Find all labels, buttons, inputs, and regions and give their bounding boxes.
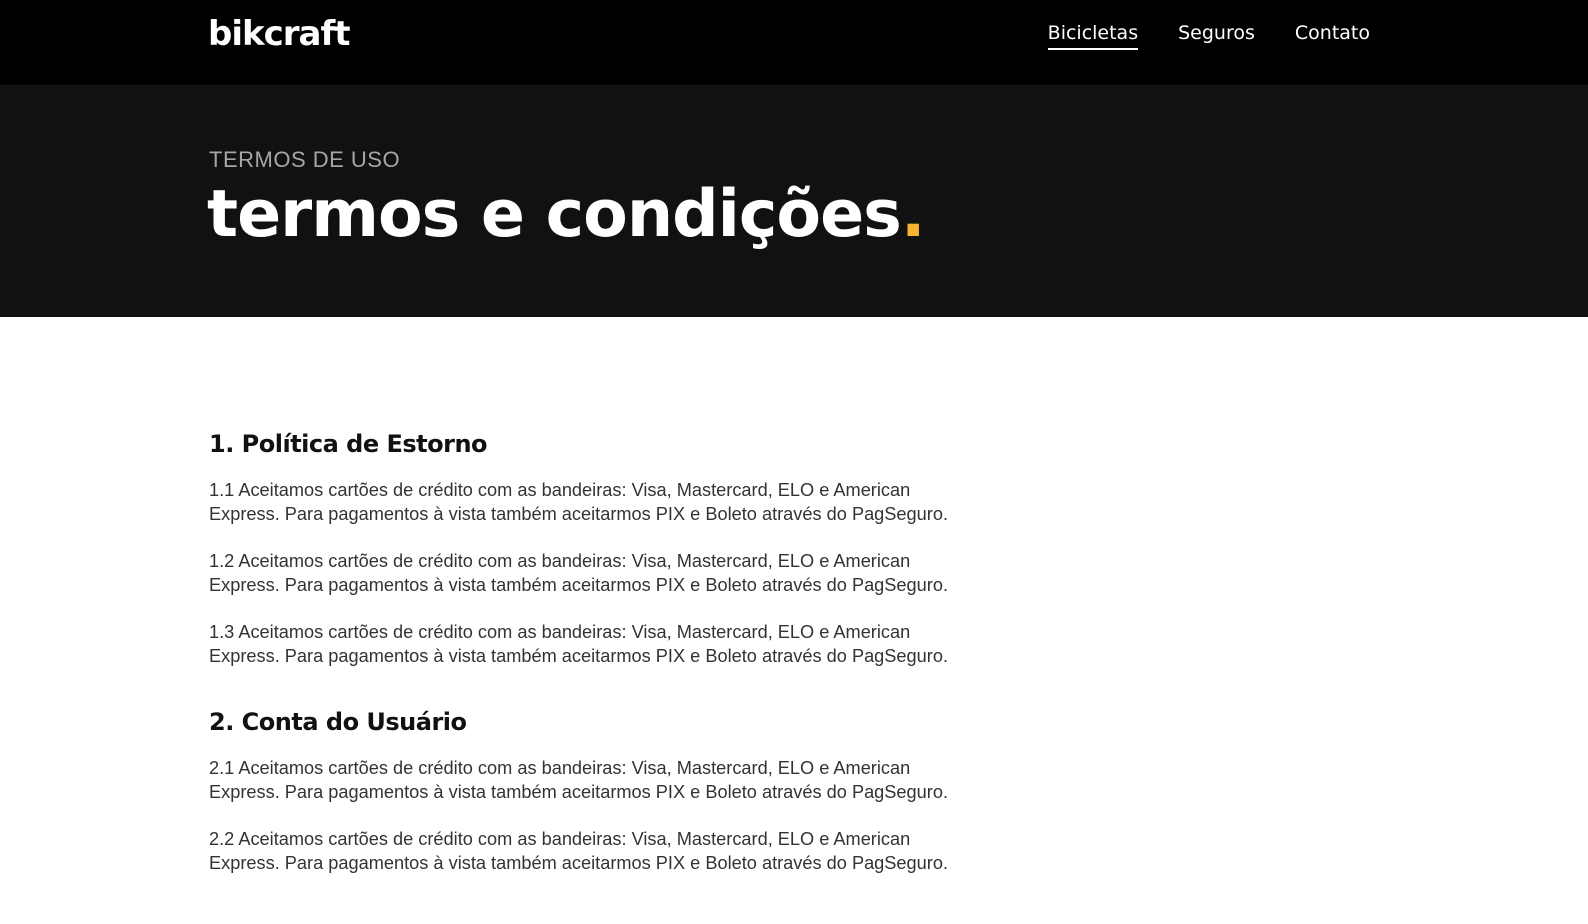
page-title: termos e condições. bbox=[207, 177, 926, 252]
nav-link-bicicletas[interactable]: Bicicletas bbox=[1047, 22, 1139, 50]
terms-paragraph: 2.1 Aceitamos cartões de crédito com as … bbox=[209, 758, 949, 802]
title-accent-dot: . bbox=[900, 177, 926, 252]
section-heading: 2. Conta do Usuário bbox=[209, 708, 467, 736]
hero-eyebrow: TERMOS DE USO bbox=[209, 147, 401, 172]
terms-paragraph: 2.2 Aceitamos cartões de crédito com as … bbox=[209, 829, 949, 873]
nav-link-seguros[interactable]: Seguros bbox=[1178, 22, 1255, 50]
terms-content: 1. Política de Estorno 1.1 Aceitamos car… bbox=[209, 430, 949, 915]
page-title-text: termos e condições bbox=[207, 177, 902, 252]
site-header: bikcraft Bicicletas Seguros Contato bbox=[0, 0, 1588, 85]
terms-paragraph: 1.3 Aceitamos cartões de crédito com as … bbox=[209, 622, 949, 666]
terms-paragraph: 1.1 Aceitamos cartões de crédito com as … bbox=[209, 480, 949, 524]
page-hero: TERMOS DE USO termos e condições. bbox=[0, 85, 1588, 317]
nav-link-contato[interactable]: Contato bbox=[1295, 22, 1370, 50]
site-logo[interactable]: bikcraft bbox=[208, 14, 351, 54]
terms-section: 1. Política de Estorno 1.1 Aceitamos car… bbox=[209, 430, 949, 668]
terms-paragraph: 1.2 Aceitamos cartões de crédito com as … bbox=[209, 551, 949, 595]
section-heading: 1. Política de Estorno bbox=[209, 430, 488, 458]
terms-section: 2. Conta do Usuário 2.1 Aceitamos cartõe… bbox=[209, 708, 949, 875]
main-nav: Bicicletas Seguros Contato bbox=[1047, 22, 1370, 50]
